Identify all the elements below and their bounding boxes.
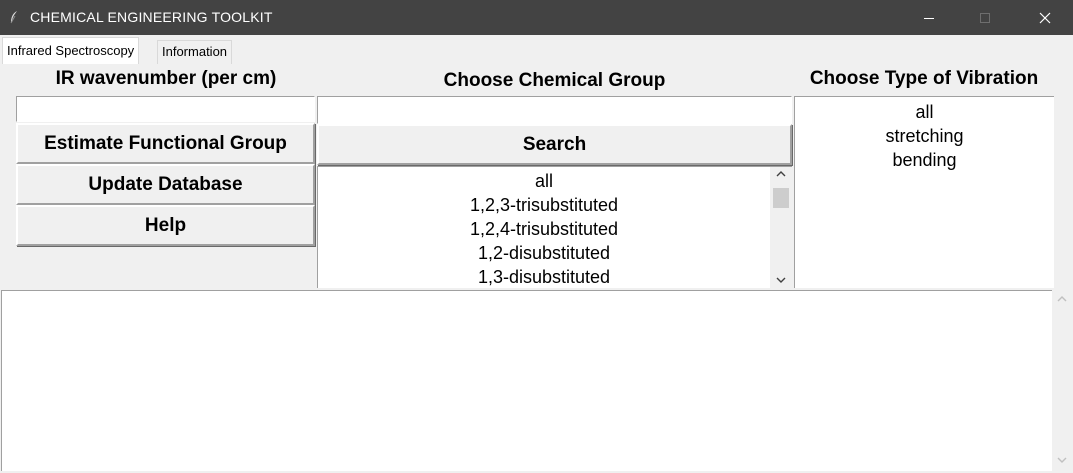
tab-bar: Infrared Spectroscopy Information — [0, 35, 1073, 64]
estimate-functional-group-button[interactable]: Estimate Functional Group — [16, 123, 315, 164]
chemical-group-input[interactable] — [317, 96, 792, 124]
chevron-down-icon — [1057, 457, 1067, 463]
maximize-button[interactable] — [962, 0, 1008, 35]
output-scroll-up-button[interactable] — [1052, 295, 1072, 303]
list-item[interactable]: all — [318, 169, 770, 193]
chemical-group-scrollbar[interactable] — [770, 166, 792, 288]
chevron-up-icon — [1057, 296, 1067, 302]
maximize-icon — [980, 12, 990, 23]
update-database-button[interactable]: Update Database — [16, 164, 315, 205]
help-button[interactable]: Help — [16, 205, 315, 246]
window-title: CHEMICAL ENGINEERING TOOLKIT — [30, 9, 273, 25]
chevron-up-icon — [776, 171, 786, 177]
close-icon — [1039, 12, 1051, 23]
minimize-button[interactable] — [906, 0, 952, 35]
output-scroll-down-button[interactable] — [1052, 456, 1072, 464]
vibration-type-label: Choose Type of Vibration — [809, 68, 1039, 89]
output-text-area[interactable] — [1, 290, 1052, 471]
scroll-thumb[interactable] — [773, 188, 789, 208]
list-item[interactable]: 1,2,3-trisubstituted — [318, 193, 770, 217]
chemical-group-list[interactable]: all 1,2,3-trisubstituted 1,2,4-trisubsti… — [317, 166, 770, 288]
output-scrollbar[interactable] — [1052, 290, 1072, 471]
wavenumber-input[interactable] — [16, 96, 315, 122]
tab-infrared-spectroscopy[interactable]: Infrared Spectroscopy — [2, 37, 140, 64]
close-button[interactable] — [1022, 0, 1068, 35]
feather-icon — [10, 11, 17, 24]
list-item[interactable]: stretching — [795, 124, 1054, 148]
title-bar: CHEMICAL ENGINEERING TOOLKIT — [0, 0, 1073, 35]
chemical-group-label: Choose Chemical Group — [443, 70, 666, 91]
list-item[interactable]: 1,2,4-trisubstituted — [318, 217, 770, 241]
search-button[interactable]: Search — [317, 124, 792, 165]
list-item[interactable]: bending — [795, 148, 1054, 172]
list-item[interactable]: 1,3-disubstituted — [318, 265, 770, 288]
scroll-down-button[interactable] — [770, 276, 792, 284]
minimize-icon — [924, 17, 934, 19]
tab-information[interactable]: Information — [157, 40, 233, 64]
vibration-type-list[interactable]: all stretching bending — [794, 96, 1054, 288]
scroll-up-button[interactable] — [770, 170, 792, 178]
list-item[interactable]: 1,2-disubstituted — [318, 241, 770, 265]
list-item[interactable]: all — [795, 100, 1054, 124]
wavenumber-label: IR wavenumber (per cm) — [55, 68, 277, 89]
chevron-down-icon — [776, 277, 786, 283]
